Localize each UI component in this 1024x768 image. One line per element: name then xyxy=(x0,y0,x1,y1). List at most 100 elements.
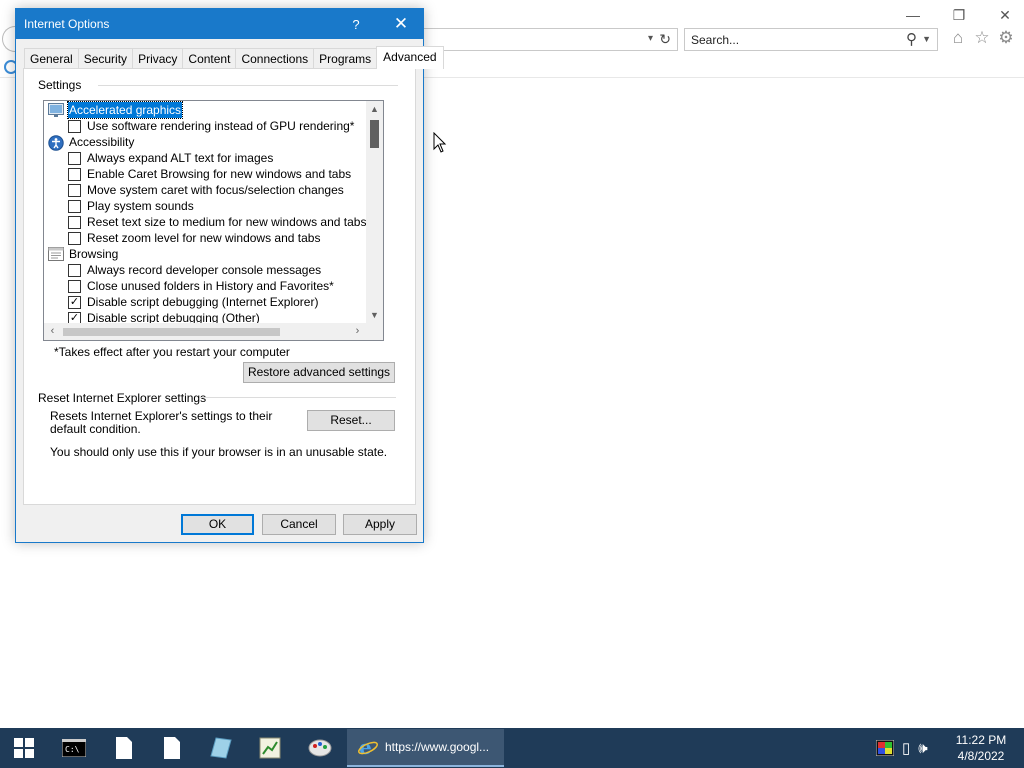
tab-general[interactable]: General xyxy=(24,48,79,69)
tab-connections[interactable]: Connections xyxy=(235,48,315,69)
settings-option[interactable]: ✓ Disable script debugging (Other) xyxy=(44,310,366,324)
settings-option[interactable]: Always expand ALT text for images xyxy=(44,150,366,166)
settings-category[interactable]: Accelerated graphics xyxy=(44,101,366,119)
tab-programs[interactable]: Programs xyxy=(313,48,378,69)
dialog-close-button[interactable]: ✕ xyxy=(386,13,416,35)
settings-list[interactable]: Accelerated graphics Use software renderi… xyxy=(43,100,384,341)
refresh-icon[interactable]: ↻ xyxy=(659,31,671,48)
settings-option[interactable]: ✓ Disable script debugging (Internet Expl… xyxy=(44,294,366,310)
ok-button[interactable]: OK xyxy=(181,514,254,535)
accessibility-icon xyxy=(48,135,64,151)
gear-icon[interactable]: ⚙ xyxy=(996,28,1016,48)
settings-checkbox[interactable]: ✓ xyxy=(68,296,81,309)
settings-checkbox[interactable] xyxy=(68,168,81,181)
settings-checkbox[interactable] xyxy=(68,120,81,133)
settings-checkbox[interactable] xyxy=(68,232,81,245)
paint-icon xyxy=(308,739,332,757)
svg-text:C:\: C:\ xyxy=(65,745,80,754)
taskbar-document-2[interactable] xyxy=(148,728,196,768)
settings-option[interactable]: Play system sounds xyxy=(44,198,366,214)
close-button[interactable]: ✕ xyxy=(982,4,1024,26)
restore-button[interactable]: ❐ xyxy=(936,4,982,26)
minimize-button[interactable]: — xyxy=(890,4,936,26)
reset-group-label: Reset Internet Explorer settings xyxy=(38,391,207,405)
settings-category[interactable]: Accessibility xyxy=(44,134,366,151)
settings-option-label: Enable Caret Browsing for new windows an… xyxy=(87,167,352,181)
restore-advanced-settings-button[interactable]: Restore advanced settings xyxy=(243,362,395,383)
search-box[interactable]: Search... ⚲ ▼ xyxy=(684,28,938,51)
taskbar-notepad[interactable] xyxy=(197,728,245,768)
settings-option[interactable]: Move system caret with focus/selection c… xyxy=(44,182,366,198)
settings-option-label: Use software rendering instead of GPU re… xyxy=(87,119,355,133)
internet-options-dialog: Internet Options ? ✕ General Security Pr… xyxy=(15,8,444,543)
command-prompt-icon: C:\ xyxy=(62,739,86,757)
settings-option[interactable]: Reset zoom level for new windows and tab… xyxy=(44,230,366,246)
horizontal-scrollbar[interactable]: ‹ › xyxy=(44,323,366,340)
volume-icon[interactable]: 🕪 xyxy=(918,740,927,757)
tab-security[interactable]: Security xyxy=(77,48,134,69)
tab-advanced[interactable]: Advanced xyxy=(376,46,444,69)
help-button[interactable]: ? xyxy=(346,15,366,35)
document-icon xyxy=(116,737,132,759)
settings-option[interactable]: Reset text size to medium for new window… xyxy=(44,214,366,230)
settings-checkbox[interactable] xyxy=(68,184,81,197)
taskbar-paint[interactable] xyxy=(296,728,344,768)
start-button[interactable] xyxy=(0,728,48,768)
scroll-down-icon[interactable]: ▼ xyxy=(366,307,383,324)
horizontal-scroll-thumb[interactable] xyxy=(63,328,280,336)
apply-button[interactable]: Apply xyxy=(343,514,417,535)
settings-list-rows: Accelerated graphics Use software renderi… xyxy=(44,101,366,324)
scroll-left-icon[interactable]: ‹ xyxy=(44,323,61,340)
settings-checkbox[interactable] xyxy=(68,280,81,293)
taskbar-internet-explorer[interactable]: e https://www.googl... xyxy=(347,729,504,767)
settings-category-label: Browsing xyxy=(69,247,119,261)
cancel-button[interactable]: Cancel xyxy=(262,514,336,535)
settings-option[interactable]: Use software rendering instead of GPU re… xyxy=(44,118,366,134)
taskbar-cmd[interactable]: C:\ xyxy=(50,728,98,768)
settings-checkbox[interactable] xyxy=(68,216,81,229)
reset-button[interactable]: Reset... xyxy=(307,410,395,431)
taskbar-spreadsheet[interactable] xyxy=(246,728,294,768)
settings-category-label: Accelerated graphics xyxy=(66,101,184,119)
monitor-icon xyxy=(48,103,64,117)
search-dropdown-icon[interactable]: ▼ xyxy=(922,34,931,44)
settings-option-label: Reset zoom level for new windows and tab… xyxy=(87,231,321,245)
settings-option[interactable]: Close unused folders in History and Favo… xyxy=(44,278,366,294)
search-icon[interactable]: ⚲ xyxy=(906,30,917,48)
settings-option-label: Reset text size to medium for new window… xyxy=(87,215,366,229)
settings-option[interactable]: Enable Caret Browsing for new windows an… xyxy=(44,166,366,182)
tab-privacy[interactable]: Privacy xyxy=(132,48,184,69)
dialog-titlebar[interactable]: Internet Options ? ✕ xyxy=(16,9,423,39)
scroll-right-icon[interactable]: › xyxy=(349,323,366,340)
scrollbar-corner xyxy=(366,323,383,340)
settings-checkbox[interactable] xyxy=(68,152,81,165)
vertical-scroll-thumb[interactable] xyxy=(370,120,379,148)
settings-option-label: Move system caret with focus/selection c… xyxy=(87,183,344,197)
tab-content[interactable]: Content xyxy=(182,48,237,69)
settings-group-divider xyxy=(98,85,398,86)
tab-strip: General Security Privacy Content Connect… xyxy=(24,46,444,69)
home-icon[interactable]: ⌂ xyxy=(948,28,968,48)
system-clock[interactable]: 11:22 PM 4/8/2022 xyxy=(948,732,1014,764)
address-bar[interactable]: ▾ ↻ xyxy=(424,28,678,51)
display-color-icon[interactable] xyxy=(876,740,894,756)
vertical-scrollbar[interactable]: ▲ ▼ xyxy=(366,101,383,324)
settings-checkbox[interactable] xyxy=(68,200,81,213)
address-dropdown-icon[interactable]: ▾ xyxy=(648,33,653,44)
taskbar: C:\ e https://www.googl... ▯ 🕪 11:22 PM … xyxy=(0,728,1024,768)
spreadsheet-icon xyxy=(259,737,281,759)
scroll-up-icon[interactable]: ▲ xyxy=(366,101,383,118)
settings-option-label: Disable script debugging (Internet Explo… xyxy=(87,295,319,309)
settings-checkbox[interactable] xyxy=(68,264,81,277)
dialog-title: Internet Options xyxy=(24,17,110,31)
taskbar-document-1[interactable] xyxy=(100,728,148,768)
settings-category[interactable]: Browsing xyxy=(44,246,366,262)
settings-option-label: Play system sounds xyxy=(87,199,194,213)
favorites-star-icon[interactable]: ☆ xyxy=(972,28,992,48)
usb-device-icon[interactable]: ▯ xyxy=(902,739,910,757)
settings-option-label: Disable script debugging (Other) xyxy=(87,311,260,324)
document-icon xyxy=(164,737,180,759)
settings-option[interactable]: Always record developer console messages xyxy=(44,262,366,278)
browsing-page-icon xyxy=(48,247,64,261)
reset-warning: You should only use this if your browser… xyxy=(50,445,388,459)
